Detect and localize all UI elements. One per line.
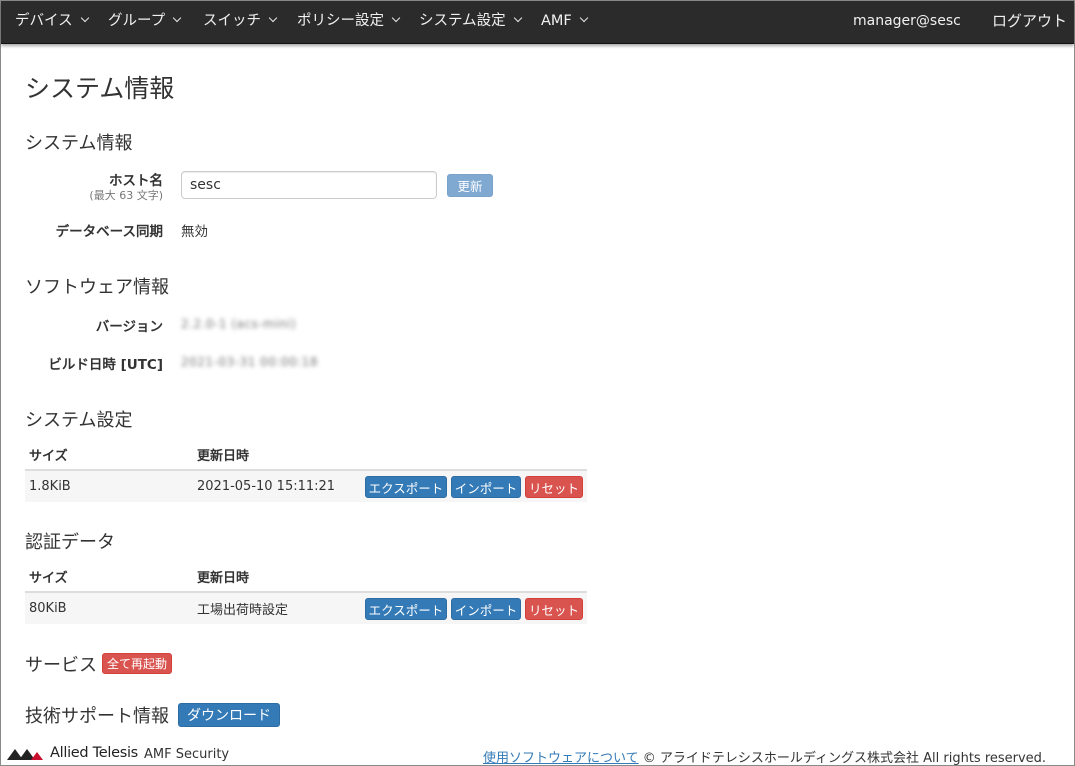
reset-system-settings-button[interactable]: リセット bbox=[525, 476, 583, 498]
nav-menu-label: AMF bbox=[541, 13, 572, 29]
build-date-label: ビルド日時 [UTC] bbox=[48, 357, 163, 373]
footer-product: AMF Security bbox=[144, 747, 230, 762]
column-header-size: サイズ bbox=[25, 439, 193, 471]
footer-software-link-wrap: 使用ソフトウェアについて © アライドテレシスホールディングス株式会社 All … bbox=[483, 747, 1046, 766]
download-tech-support-button[interactable]: ダウンロード bbox=[178, 703, 280, 727]
hostname-label: ホスト名 bbox=[109, 173, 163, 189]
version-value: 2.2.0-1 (acs-mini) bbox=[181, 317, 297, 331]
import-system-settings-button[interactable]: インポート bbox=[451, 476, 521, 498]
chevron-down-icon bbox=[172, 13, 182, 23]
footer-copyright: © アライドテレシスホールディングス株式会社 All rights reserv… bbox=[642, 751, 1047, 766]
nav-menu-groups[interactable]: グループ bbox=[108, 1, 182, 43]
nav-menu-label: グループ bbox=[108, 13, 166, 29]
nav-menu-label: デバイス bbox=[15, 13, 73, 29]
import-auth-data-button[interactable]: インポート bbox=[451, 598, 521, 620]
column-header-updated: 更新日時 bbox=[193, 439, 587, 471]
db-sync-value: 無効 bbox=[181, 224, 208, 240]
nav-menu-label: スイッチ bbox=[203, 13, 261, 29]
software-info-link[interactable]: 使用ソフトウェアについて bbox=[483, 751, 639, 766]
reset-auth-data-button[interactable]: リセット bbox=[525, 598, 583, 620]
chevron-down-icon bbox=[80, 13, 89, 23]
current-user[interactable]: manager@sesc bbox=[853, 1, 961, 43]
nav-menu-policy-settings[interactable]: ポリシー設定 bbox=[297, 1, 401, 43]
system-info-heading: システム情報 bbox=[25, 133, 133, 154]
software-info-heading: ソフトウェア情報 bbox=[25, 277, 169, 298]
nav-menu-switches[interactable]: スイッチ bbox=[203, 1, 278, 43]
nav-menu-system-settings[interactable]: システム設定 bbox=[419, 1, 522, 43]
nav-menu-amf[interactable]: AMF bbox=[541, 1, 589, 43]
services-heading: サービス bbox=[25, 655, 97, 676]
system-settings-heading: システム設定 bbox=[25, 410, 133, 431]
restart-all-services-button[interactable]: 全て再起動 bbox=[102, 653, 172, 674]
nav-menu-label: システム設定 bbox=[419, 13, 506, 29]
hostname-hint: (最大 63 文字) bbox=[89, 189, 163, 202]
update-hostname-button[interactable]: 更新 bbox=[447, 174, 493, 197]
top-navbar: デバイス グループ スイッチ ポリシー設定 システム設定 AMF manager… bbox=[1, 1, 1074, 44]
page-title: システム情報 bbox=[25, 74, 175, 103]
allied-telesis-logo-icon bbox=[7, 749, 43, 760]
size-cell: 1.8KiB bbox=[25, 470, 193, 502]
build-date-value: 2021-03-31 00:00:18 bbox=[181, 355, 318, 369]
footer-brand: Allied Telesis bbox=[50, 745, 138, 761]
column-header-updated: 更新日時 bbox=[193, 561, 587, 593]
chevron-down-icon bbox=[391, 13, 401, 23]
nav-menu-devices[interactable]: デバイス bbox=[15, 1, 89, 43]
size-cell: 80KiB bbox=[25, 592, 193, 624]
logout-link[interactable]: ログアウト bbox=[992, 1, 1067, 43]
column-header-size: サイズ bbox=[25, 561, 193, 593]
hostname-input[interactable] bbox=[181, 171, 437, 199]
auth-data-heading: 認証データ bbox=[25, 532, 115, 553]
chevron-down-icon bbox=[513, 13, 522, 23]
nav-menu-label: ポリシー設定 bbox=[297, 13, 384, 29]
tech-support-heading: 技術サポート情報 bbox=[25, 706, 169, 727]
export-auth-data-button[interactable]: エクスポート bbox=[365, 598, 447, 620]
chevron-down-icon bbox=[268, 13, 278, 23]
version-label: バージョン bbox=[95, 319, 163, 335]
chevron-down-icon bbox=[579, 13, 589, 23]
export-system-settings-button[interactable]: エクスポート bbox=[365, 476, 447, 498]
db-sync-label: データベース同期 bbox=[55, 224, 163, 240]
